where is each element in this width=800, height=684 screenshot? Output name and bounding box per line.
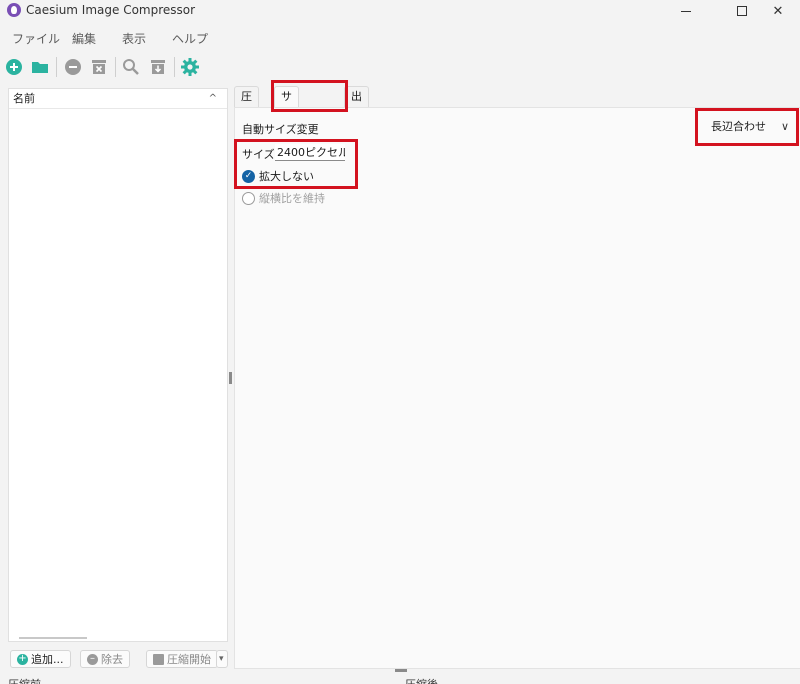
size-label: サイズ [242,148,275,161]
close-button[interactable]: ✕ [756,0,800,22]
remove-button[interactable]: – 除去 [80,650,130,668]
name-column-header[interactable]: 名前 [13,92,35,105]
maximize-icon [737,6,747,16]
menu-edit[interactable]: 編集 [72,30,96,47]
clear-list-icon[interactable] [89,57,109,77]
horizontal-scrollbar[interactable] [19,637,87,639]
tab-compression[interactable]: 圧縮 [234,86,259,123]
compress-button-label: 圧縮開始 [167,653,211,666]
keep-aspect-ratio-label: 縦横比を維持 [259,192,325,205]
chevron-down-icon: ∨ [780,120,789,133]
after-size-label: 圧縮後 [405,676,438,684]
chevron-down-icon: ▾ [219,654,224,664]
toolbar-separator [174,57,175,77]
no-upscale-checkbox[interactable]: ✓ 拡大しない [242,168,314,184]
open-folder-icon[interactable] [30,57,50,77]
compress-button[interactable]: 圧縮開始 [146,650,218,668]
fit-mode-select[interactable]: 長辺合わせ ∨ [703,116,795,138]
menu-bar: ファイル 編集 表示 ヘルプ [0,26,800,48]
panel-splitter-handle[interactable] [229,372,232,384]
remove-icon[interactable] [63,57,83,77]
compress-dropdown-button[interactable]: ▾ [216,650,228,668]
add-button-label: 追加... [31,653,64,666]
add-icon[interactable] [4,57,24,77]
file-list-actions: + 追加... – 除去 圧縮開始 ▾ [8,650,230,670]
settings-icon[interactable] [180,57,200,77]
tab-resize[interactable]: サイズ変更 [274,86,299,183]
app-logo-icon [7,3,21,17]
close-icon: ✕ [772,3,784,19]
minimize-icon [681,10,691,12]
compress-icon [153,653,164,665]
fit-mode-value: 長辺合わせ [711,120,766,133]
toolbar [0,55,800,81]
file-list-panel[interactable]: 名前 ^ [8,88,228,642]
remove-button-label: 除去 [101,653,123,666]
keep-aspect-ratio-checkbox[interactable]: 縦横比を維持 [242,190,325,206]
menu-file[interactable]: ファイル [12,30,60,47]
before-size-label: 圧縮前 [8,676,41,684]
auto-resize-label: 自動サイズ変更 [242,123,319,136]
minimize-button[interactable] [664,0,708,22]
file-list-header[interactable]: 名前 ^ [9,89,227,109]
menu-help[interactable]: ヘルプ [172,30,208,47]
remove-icon: – [87,653,98,665]
menu-view[interactable]: 表示 [122,30,146,47]
window-title: Caesium Image Compressor [26,3,196,17]
checkmark-icon: ✓ [242,169,255,183]
unchecked-box-icon [242,191,255,205]
preview-icon[interactable] [121,57,141,77]
import-icon[interactable] [148,57,168,77]
no-upscale-label: 拡大しない [259,170,314,183]
add-icon: + [17,653,28,665]
size-input[interactable] [275,144,345,161]
bottom-splitter-handle[interactable] [395,669,407,672]
title-bar: Caesium Image Compressor ✕ [0,0,800,22]
toolbar-separator [56,57,57,77]
tab-output[interactable]: 出力 [344,86,369,123]
add-button[interactable]: + 追加... [10,650,71,668]
toolbar-separator [115,57,116,77]
resize-settings-panel: 自動サイズ変更 長辺合わせ ∨ サイズ ✓ 拡大しない 縦横比を維持 [234,107,800,669]
sort-ascending-icon: ^ [208,93,217,104]
